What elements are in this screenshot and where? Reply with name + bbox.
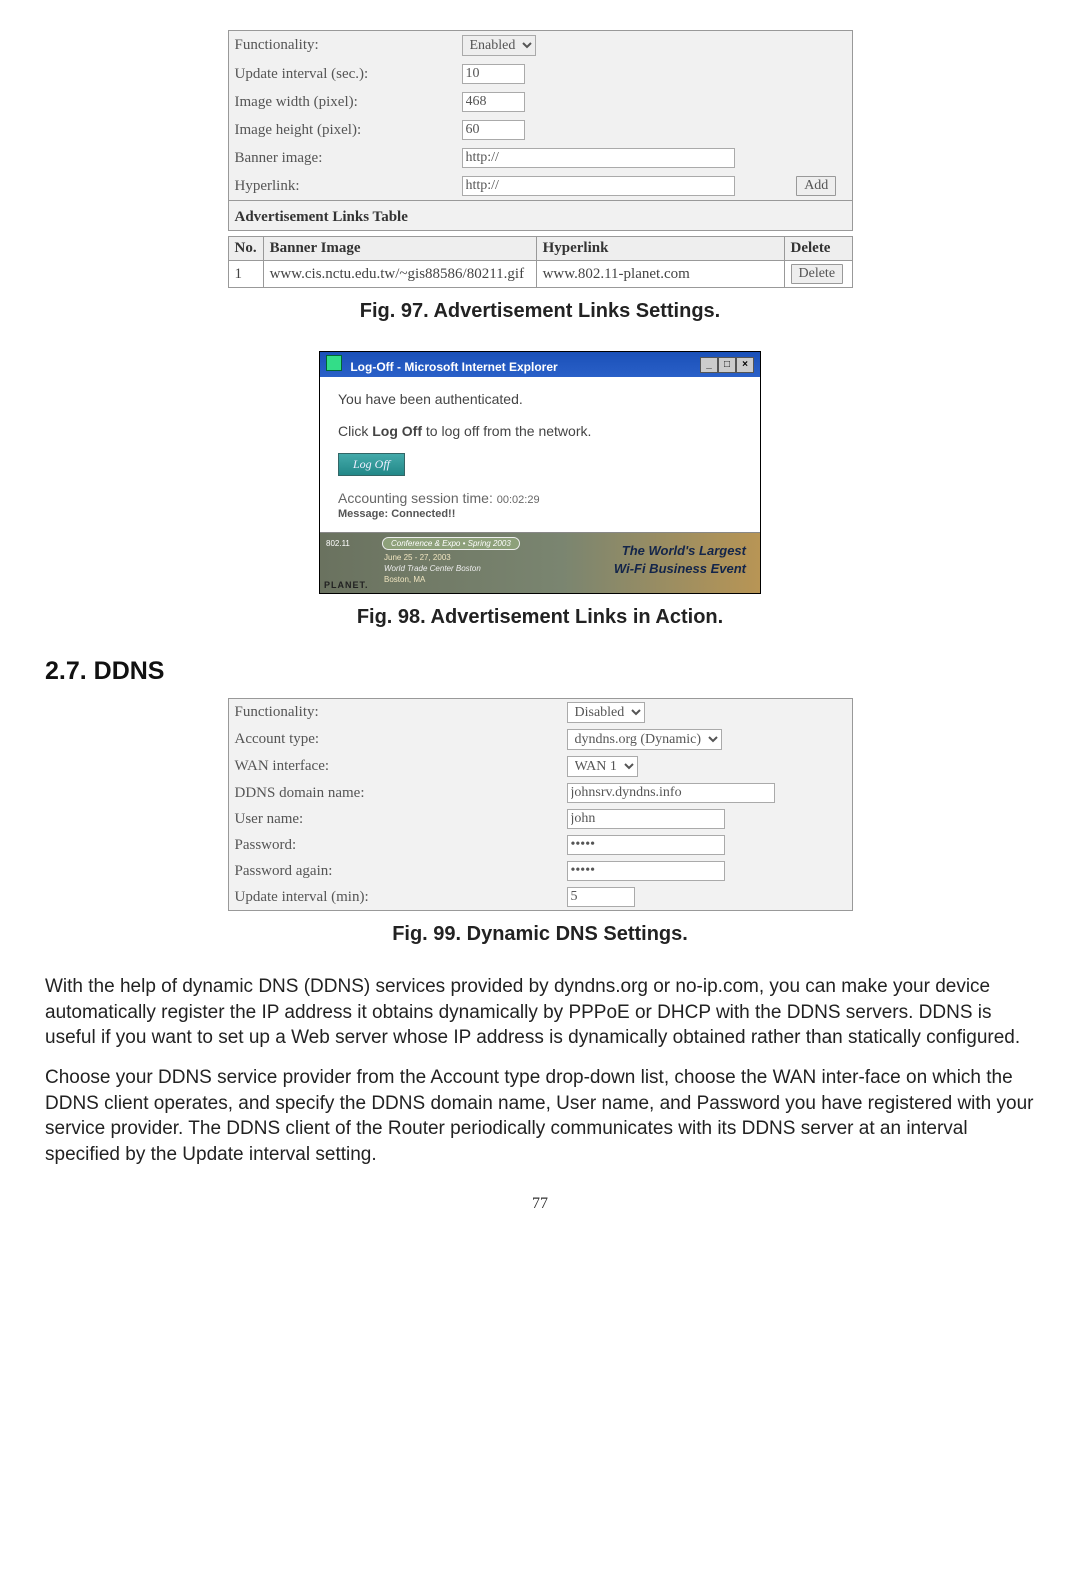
fig97-caption: Fig. 97. Advertisement Links Settings.: [45, 300, 1035, 323]
adv-links-settings-table: Functionality: Enabled Update interval (…: [228, 30, 853, 231]
password-label: Password:: [228, 832, 561, 858]
col-delete: Delete: [784, 237, 852, 261]
banner-image-label: Banner image:: [228, 144, 456, 172]
password-again-label: Password again:: [228, 858, 561, 884]
account-type-label: Account type:: [228, 726, 561, 753]
image-width-input[interactable]: [462, 92, 525, 112]
update-interval-label: Update interval (sec.):: [228, 60, 456, 88]
banner-tagline-2: Wi-Fi Business Event: [614, 561, 746, 576]
add-button[interactable]: Add: [796, 176, 836, 196]
col-no: No.: [228, 237, 263, 261]
banner-dates: June 25 - 27, 2003: [384, 553, 451, 562]
ddns-functionality-select[interactable]: Disabled: [567, 702, 645, 723]
logoff-button[interactable]: Log Off: [338, 453, 405, 476]
logoff-instruction: Click Log Off to log off from the networ…: [338, 423, 742, 439]
paragraph-1: With the help of dynamic DNS (DDNS) serv…: [45, 974, 1035, 1051]
ddns-domain-input[interactable]: [567, 783, 775, 803]
fig99-caption: Fig. 99. Dynamic DNS Settings.: [45, 923, 1035, 946]
image-height-label: Image height (pixel):: [228, 116, 456, 144]
image-width-label: Image width (pixel):: [228, 88, 456, 116]
page-number: 77: [45, 1195, 1035, 1213]
wan-interface-select[interactable]: WAN 1: [567, 756, 638, 777]
banner-pill: Conference & Expo • Spring 2003: [382, 537, 520, 550]
ddns-settings-table: Functionality: Disabled Account type: dy…: [228, 698, 853, 911]
window-titlebar: Log-Off - Microsoft Internet Explorer _ …: [320, 352, 760, 377]
ddns-update-interval-input[interactable]: [567, 887, 635, 907]
user-name-input[interactable]: [567, 809, 725, 829]
minimize-icon[interactable]: _: [700, 357, 718, 373]
adv-links-table-heading: Advertisement Links Table: [228, 201, 852, 231]
auth-message: You have been authenticated.: [338, 391, 742, 407]
cell-hyperlink: www.802.11-planet.com: [536, 261, 784, 288]
col-banner-image: Banner Image: [263, 237, 536, 261]
cell-banner-image: www.cis.nctu.edu.tw/~gis88586/80211.gif: [263, 261, 536, 288]
session-time-value: 00:02:29: [497, 494, 540, 506]
maximize-icon[interactable]: □: [718, 357, 736, 373]
logoff-window: Log-Off - Microsoft Internet Explorer _ …: [319, 351, 761, 594]
col-hyperlink: Hyperlink: [536, 237, 784, 261]
wan-interface-label: WAN interface:: [228, 753, 561, 780]
banner-image-input[interactable]: [462, 148, 735, 168]
ddns-update-interval-label: Update interval (min):: [228, 884, 561, 911]
banner-logo: 802.11: [326, 539, 350, 548]
banner-planet-text: PLANET.: [324, 580, 369, 590]
password-input[interactable]: [567, 835, 725, 855]
fig98-caption: Fig. 98. Advertisement Links in Action.: [45, 606, 1035, 629]
section-heading: 2.7. DDNS: [45, 657, 1035, 686]
password-again-input[interactable]: [567, 861, 725, 881]
cell-no: 1: [228, 261, 263, 288]
window-title: Log-Off - Microsoft Internet Explorer: [350, 360, 557, 374]
ie-icon: [326, 355, 342, 371]
ad-banner[interactable]: 802.11 PLANET. Conference & Expo • Sprin…: [320, 532, 760, 593]
hyperlink-label: Hyperlink:: [228, 172, 456, 201]
account-type-select[interactable]: dyndns.org (Dynamic): [567, 729, 722, 750]
ddns-functionality-label: Functionality:: [228, 699, 561, 727]
table-row: 1 www.cis.nctu.edu.tw/~gis88586/80211.gi…: [228, 261, 852, 288]
banner-tagline-1: The World's Largest: [622, 543, 746, 558]
message-line: Message: Connected!!: [338, 508, 742, 520]
delete-button[interactable]: Delete: [791, 264, 844, 284]
adv-links-data-table: No. Banner Image Hyperlink Delete 1 www.…: [228, 236, 853, 288]
close-icon[interactable]: ×: [736, 357, 754, 373]
functionality-label: Functionality:: [228, 31, 456, 61]
ddns-domain-label: DDNS domain name:: [228, 780, 561, 806]
update-interval-input[interactable]: [462, 64, 525, 84]
paragraph-2: Choose your DDNS service provider from t…: [45, 1065, 1035, 1168]
user-name-label: User name:: [228, 806, 561, 832]
functionality-select[interactable]: Enabled: [462, 35, 536, 56]
hyperlink-input[interactable]: [462, 176, 735, 196]
banner-city: Boston, MA: [384, 575, 425, 584]
image-height-input[interactable]: [462, 120, 525, 140]
session-time-line: Accounting session time: 00:02:29: [338, 490, 742, 506]
banner-venue: World Trade Center Boston: [384, 564, 481, 573]
